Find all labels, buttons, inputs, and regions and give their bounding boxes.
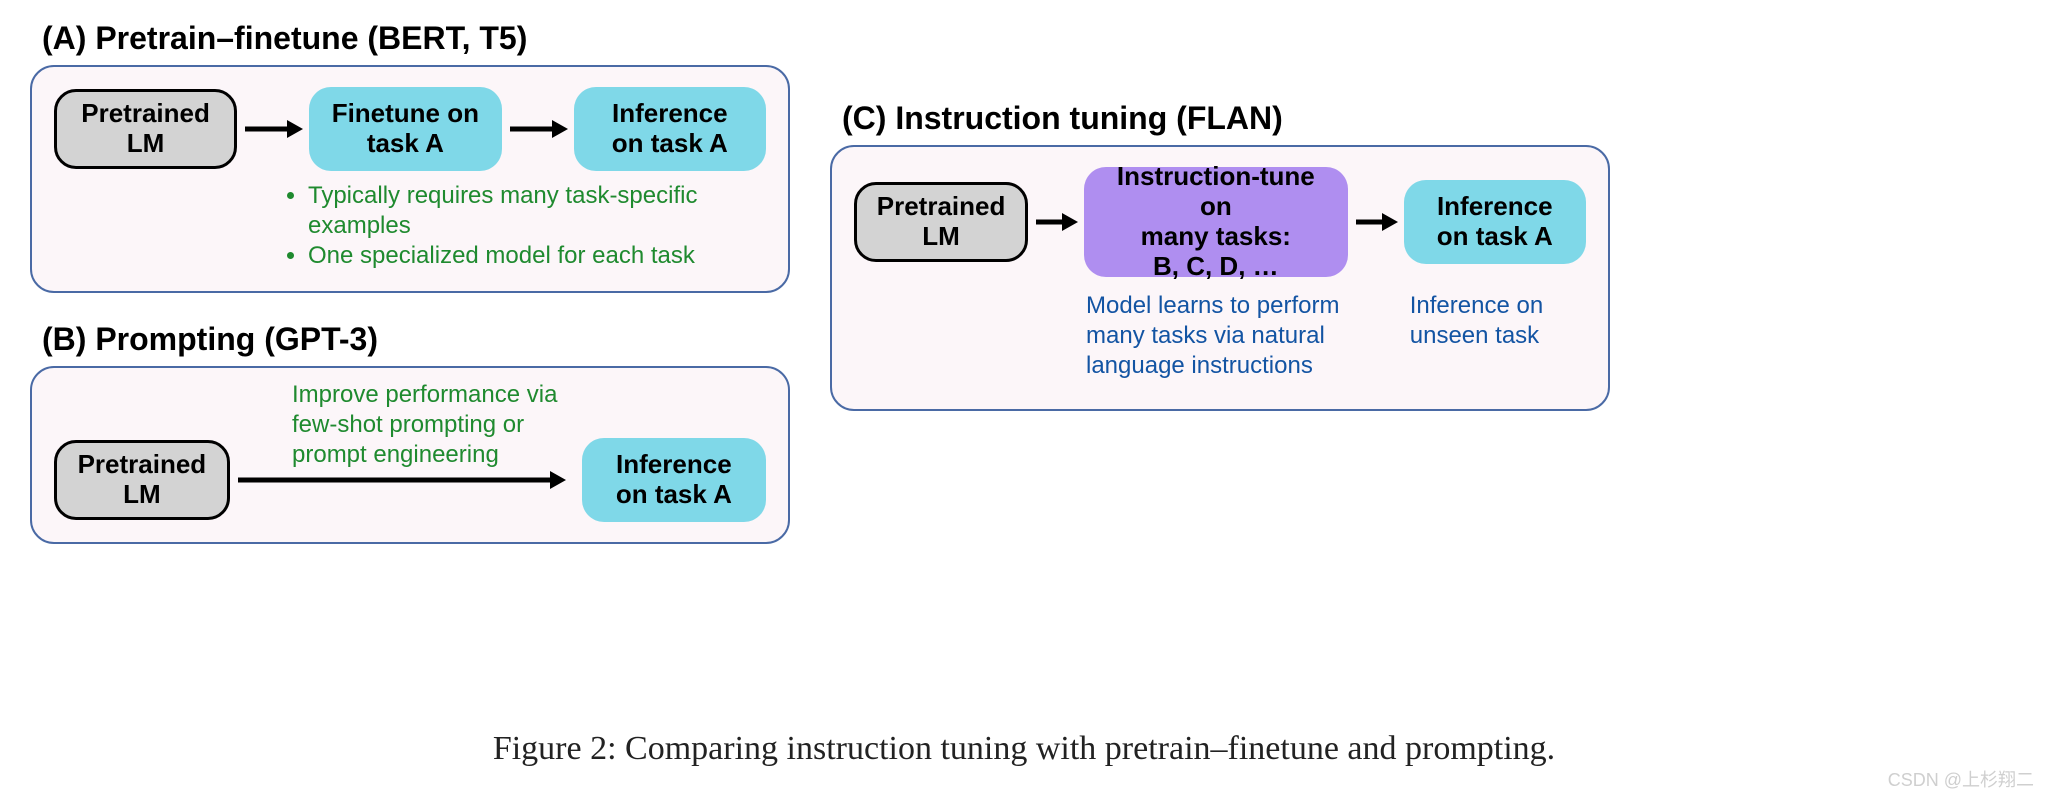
node-label: Pretrained LM: [81, 99, 210, 159]
panel-b-title: (B) Prompting (GPT-3): [42, 321, 790, 358]
node-label: Pretrained LM: [78, 450, 207, 510]
arrow-icon: [508, 114, 568, 144]
watermark: CSDN @上杉翔二: [1888, 766, 2034, 792]
panel-c-note2: Inference on unseen task: [1410, 291, 1586, 381]
figure-caption: Figure 2: Comparing instruction tuning w…: [0, 730, 2048, 768]
panel-a-title: (A) Pretrain–finetune (BERT, T5): [42, 20, 790, 57]
diagram-container: (A) Pretrain–finetune (BERT, T5) Pretrai…: [0, 0, 2048, 544]
panel-c-title: (C) Instruction tuning (FLAN): [842, 100, 1610, 137]
arrow-icon: [1354, 207, 1398, 237]
left-column: (A) Pretrain–finetune (BERT, T5) Pretrai…: [30, 20, 790, 544]
finetune-node: Finetune on task A: [309, 87, 501, 171]
panel-c: Pretrained LM Instruction-tune on many t…: [830, 145, 1610, 411]
panel-b-note: Improve performance via few-shot prompti…: [292, 380, 602, 470]
node-label: Instruction-tune on many tasks: B, C, D,…: [1098, 162, 1333, 282]
panel-c-note1: Model learns to perform many tasks via n…: [1086, 291, 1380, 381]
pretrained-lm-node: Pretrained LM: [54, 440, 230, 520]
bullet-item: One specialized model for each task: [308, 241, 766, 271]
panel-a-row: Pretrained LM Finetune on task A Inferen…: [54, 87, 766, 171]
inference-node: Inference on task A: [582, 438, 766, 522]
instruction-tune-node: Instruction-tune on many tasks: B, C, D,…: [1084, 167, 1347, 277]
panel-c-row: Pretrained LM Instruction-tune on many t…: [854, 167, 1586, 277]
panel-a-bullets: Typically requires many task-specific ex…: [284, 181, 766, 271]
node-label: Inference on task A: [1437, 192, 1553, 252]
pretrained-lm-node: Pretrained LM: [54, 89, 237, 169]
panel-a: Pretrained LM Finetune on task A Inferen…: [30, 65, 790, 293]
pretrained-lm-node: Pretrained LM: [854, 182, 1028, 262]
panel-c-notes: Model learns to perform many tasks via n…: [1086, 291, 1586, 381]
bullet-item: Typically requires many task-specific ex…: [308, 181, 766, 241]
arrow-icon: [243, 114, 303, 144]
node-label: Inference on task A: [612, 99, 728, 159]
node-label: Pretrained LM: [877, 192, 1006, 252]
right-column: (C) Instruction tuning (FLAN) Pretrained…: [830, 20, 1610, 544]
inference-node: Inference on task A: [574, 87, 766, 171]
panel-b: Improve performance via few-shot prompti…: [30, 366, 790, 544]
node-label: Finetune on task A: [332, 99, 479, 159]
node-label: Inference on task A: [616, 450, 732, 510]
inference-node: Inference on task A: [1404, 180, 1587, 264]
arrow-icon: [1034, 207, 1078, 237]
